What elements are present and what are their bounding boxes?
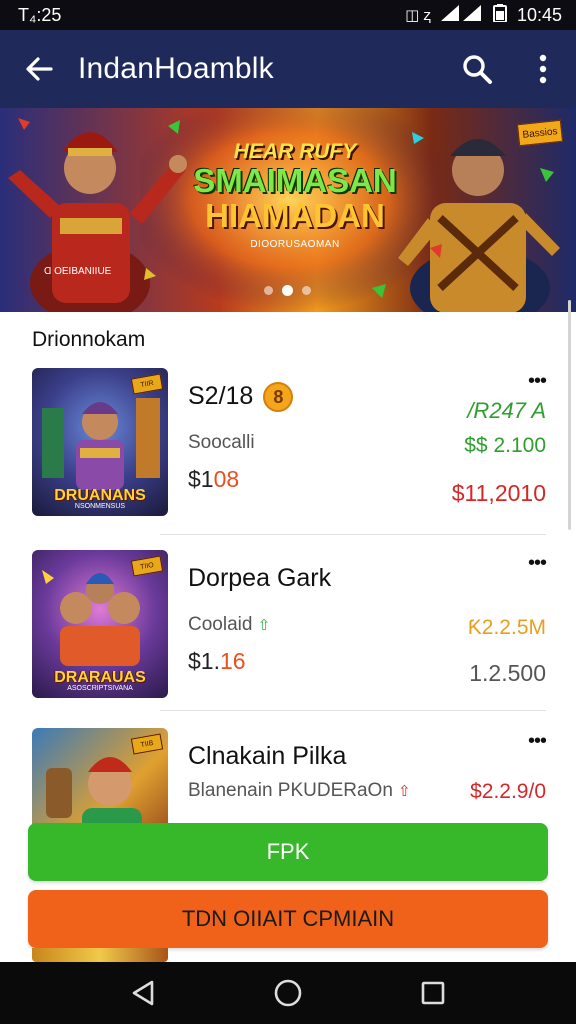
stat-value-1: /R247 A bbox=[467, 398, 546, 423]
stat-value-2: Ƙ2.2.5M bbox=[467, 616, 546, 639]
more-options-icon[interactable]: ••• bbox=[528, 730, 546, 753]
game-name: S2/18 8 bbox=[188, 382, 294, 413]
carousel-dots bbox=[264, 285, 311, 296]
banner-pre-title: HEAR RUFY bbox=[233, 140, 357, 163]
divider bbox=[160, 534, 546, 535]
carousel-dot[interactable] bbox=[264, 286, 273, 295]
more-options-icon[interactable]: ••• bbox=[528, 552, 547, 575]
app-title: IndanHoamblk bbox=[78, 52, 274, 85]
game-subtitle: Blanenain PKUDERaOn ⇧ bbox=[188, 780, 411, 802]
nav-back-icon bbox=[132, 980, 153, 1006]
game-name-text: S2/18 bbox=[188, 382, 254, 410]
price-highlight: 08 bbox=[213, 466, 240, 492]
game-card[interactable]: TIIR DRUANANS NSONMENSUS S2/18 8 Soocalli… bbox=[28, 368, 547, 538]
nav-home-button[interactable] bbox=[258, 963, 318, 1023]
nav-recents-button[interactable] bbox=[403, 963, 463, 1023]
banner-main-title-2: HIAMADAN bbox=[205, 196, 385, 234]
arrow-up-icon: ⇧ bbox=[257, 617, 271, 634]
signal-icon bbox=[440, 4, 483, 26]
status-time-left: T₄:25 bbox=[18, 4, 62, 25]
arrow-up-icon: ⇧ bbox=[398, 783, 411, 800]
carousel-dot-active[interactable] bbox=[282, 285, 293, 296]
game-subtitle: Coolaid ⇧ bbox=[188, 614, 270, 636]
thumbnail-subcaption: ASOSCRIPTSIVANA bbox=[67, 685, 133, 692]
next-item-peek bbox=[32, 948, 168, 962]
banner-right-badge: Bassios bbox=[516, 119, 564, 147]
status-icons: ◫ ⱬ 10:45 bbox=[405, 3, 562, 27]
app-bar: IndanHoamblk bbox=[0, 30, 576, 108]
search-icon bbox=[463, 55, 492, 84]
back-arrow-icon bbox=[26, 57, 53, 81]
more-options-icon[interactable]: ••• bbox=[528, 370, 547, 393]
thumbnail-caption: DRUANANS bbox=[54, 487, 146, 504]
search-button[interactable] bbox=[444, 30, 510, 108]
nav-back-button[interactable] bbox=[113, 963, 173, 1023]
game-card[interactable]: TIIB Clnakain Pilka Blanenain PKUDERaOn … bbox=[28, 728, 546, 824]
battery-icon bbox=[492, 3, 507, 27]
thumbnail-caption: DRARAUAS bbox=[54, 669, 146, 686]
game-thumbnail: TIIO DRARAUAS ASOSCRIPTSIVANA bbox=[32, 550, 168, 698]
game-name: Dorpea Gark bbox=[188, 564, 332, 592]
banner-subtitle: DIOORUSAOMAN bbox=[250, 239, 340, 251]
divider bbox=[160, 710, 546, 711]
coin-icon: 8 bbox=[263, 382, 294, 413]
price-prefix: $1 bbox=[188, 466, 214, 492]
game-subtitle: Soocalli bbox=[188, 432, 255, 453]
secondary-action-button[interactable]: TDN OIIAIT CPMIAIN bbox=[28, 890, 548, 948]
thumbnail-subcaption: NSONMENSUS bbox=[74, 503, 126, 510]
stat-value-2: $2.2.9/0 bbox=[470, 780, 546, 803]
stat-value-3: $11,2010 bbox=[451, 480, 546, 506]
game-card[interactable]: TIIO DRARAUAS ASOSCRIPTSIVANA Dorpea Gar… bbox=[28, 550, 547, 720]
more-menu-button[interactable] bbox=[510, 30, 576, 108]
nav-recents-icon bbox=[422, 981, 445, 1005]
carousel-dot[interactable] bbox=[302, 286, 311, 295]
banner-headline: HEAR RUFY SMAIMASAN HIAMADAN DIOORUSAOMA… bbox=[180, 140, 410, 250]
status-bar: T₄:25 ◫ ⱬ 10:45 bbox=[0, 0, 576, 30]
game-price: $1.16 bbox=[188, 648, 246, 675]
network-indicator-icon: ◫ ⱬ bbox=[405, 7, 431, 24]
game-subtitle-text: Blanenain PKUDERaOn bbox=[188, 780, 393, 801]
game-price: $108 bbox=[188, 466, 239, 493]
price-highlight: 16 bbox=[219, 648, 246, 674]
system-nav-bar bbox=[0, 962, 576, 1024]
nav-home-icon bbox=[274, 979, 302, 1007]
game-subtitle-text: Coolaid bbox=[188, 614, 253, 635]
more-vert-icon bbox=[539, 54, 547, 84]
stat-value-3: 1.2.500 bbox=[469, 660, 546, 686]
banner-main-title: SMAIMASAN bbox=[193, 162, 397, 199]
game-name: Clnakain Pilka bbox=[188, 742, 347, 770]
stat-value-2: $$ 2.100 bbox=[464, 434, 546, 457]
back-button[interactable] bbox=[0, 30, 78, 108]
hero-banner[interactable]: HEAR RUFY SMAIMASAN HIAMADAN DIOORUSAOMA… bbox=[0, 108, 576, 312]
status-time-right: 10:45 bbox=[516, 4, 562, 25]
section-title: Drionnokam bbox=[32, 328, 146, 351]
primary-action-button[interactable]: FPK bbox=[28, 823, 548, 881]
price-prefix: $1. bbox=[188, 648, 220, 674]
game-thumbnail: TIIB bbox=[32, 728, 168, 824]
game-thumbnail: TIIR DRUANANS NSONMENSUS bbox=[32, 368, 168, 516]
banner-left-caption: Ɑ OEIBANIIUE bbox=[44, 266, 112, 277]
scroll-indicator bbox=[568, 300, 571, 530]
